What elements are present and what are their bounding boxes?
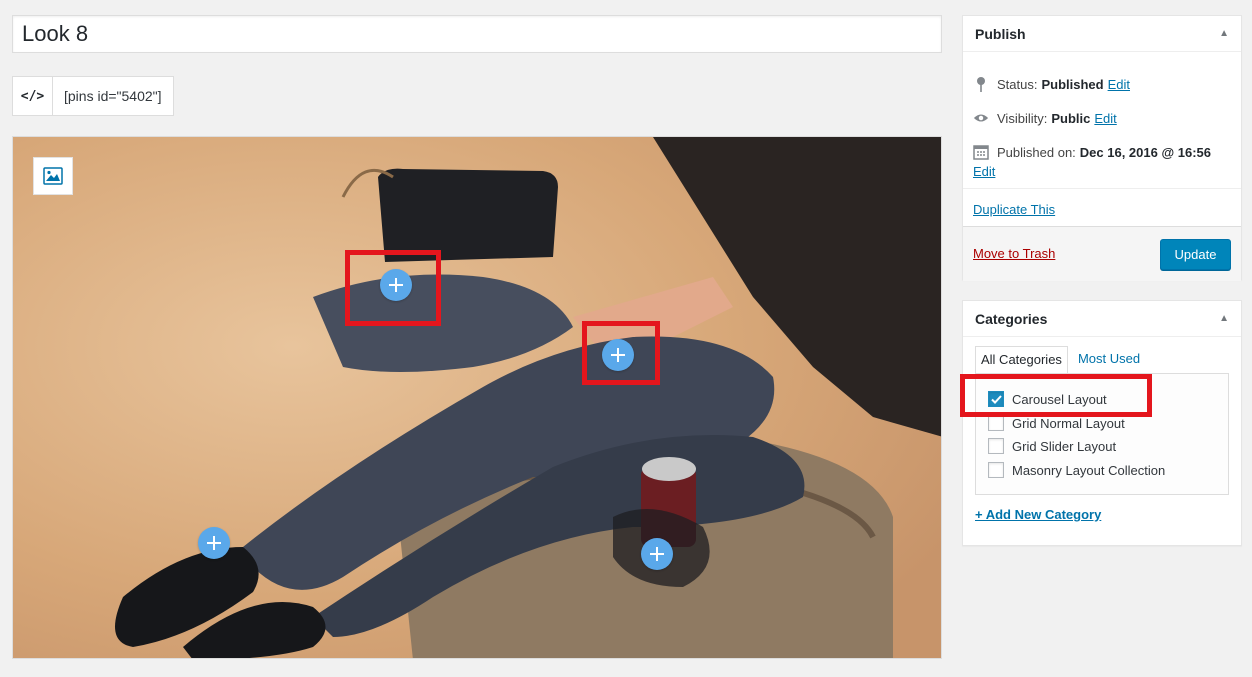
code-icon[interactable]: </> — [13, 77, 53, 115]
categories-header[interactable]: Categories ▲ — [963, 301, 1241, 337]
image-icon — [43, 167, 63, 185]
status-value: Published — [1041, 76, 1104, 92]
publish-header[interactable]: Publish ▲ — [963, 16, 1241, 52]
pin-bag[interactable] — [380, 269, 412, 301]
move-to-trash-link[interactable]: Move to Trash — [973, 246, 1055, 261]
list-item: Grid Normal Layout — [988, 415, 1125, 431]
tab-most-used[interactable]: Most Used — [1068, 346, 1145, 374]
collapse-icon[interactable]: ▲ — [1219, 28, 1229, 39]
add-new-category-link[interactable]: + Add New Category — [975, 507, 1101, 522]
visibility-label: Visibility: — [997, 110, 1048, 126]
visibility-value: Public — [1051, 110, 1091, 126]
checkbox-grid-normal-layout[interactable] — [988, 415, 1004, 431]
calendar-icon — [973, 144, 989, 160]
add-media-button[interactable] — [33, 157, 73, 195]
pin-wrist[interactable] — [602, 339, 634, 371]
shortcode-text: [pins id="5402"] — [64, 88, 162, 104]
status-row: Status: Published Edit — [973, 76, 1130, 92]
published-label: Published on: — [997, 144, 1076, 160]
published-value: Dec 16, 2016 @ 16:56 — [1079, 144, 1211, 160]
publish-title: Publish — [975, 25, 1026, 42]
categories-box: Categories ▲ All Categories Most Used Ca… — [962, 300, 1242, 546]
publish-box: Publish ▲ Status: Published Edit Visibil… — [962, 15, 1242, 281]
categories-title: Categories — [975, 310, 1048, 327]
list-item: Grid Slider Layout — [988, 438, 1116, 454]
edit-status-link[interactable]: Edit — [1108, 77, 1130, 92]
collapse-icon[interactable]: ▲ — [1219, 313, 1229, 324]
category-tabs: All Categories Most Used — [975, 346, 1145, 374]
divider — [963, 188, 1241, 189]
category-label: Grid Slider Layout — [1012, 438, 1117, 454]
tab-all-categories[interactable]: All Categories — [975, 346, 1068, 374]
visibility-row: Visibility: Public Edit — [973, 110, 1117, 126]
checkbox-masonry-layout-collection[interactable] — [988, 462, 1004, 478]
status-label: Status: — [997, 76, 1038, 92]
update-button[interactable]: Update — [1160, 239, 1231, 270]
publish-actions: Move to Trash Update — [963, 226, 1241, 281]
highlight-box-carousel-layout — [960, 374, 1152, 417]
eye-icon — [973, 110, 989, 126]
published-row: Published on: Dec 16, 2016 @ 16:56 — [973, 144, 1215, 160]
pin-icon — [973, 76, 989, 92]
edit-date-link[interactable]: Edit — [973, 164, 995, 179]
photo — [13, 137, 941, 658]
shortcode-box: </> [pins id="5402"] — [12, 76, 174, 116]
duplicate-link[interactable]: Duplicate This — [973, 202, 1055, 217]
category-label: Grid Normal Layout — [1012, 415, 1125, 431]
post-title-input[interactable]: Look 8 — [12, 15, 942, 53]
pin-image-area[interactable] — [12, 136, 942, 659]
category-label: Masonry Layout Collection — [1012, 462, 1166, 478]
pin-shoe[interactable] — [198, 527, 230, 559]
pin-can[interactable] — [641, 538, 673, 570]
list-item: Masonry Layout Collection — [988, 462, 1165, 478]
checkbox-grid-slider-layout[interactable] — [988, 438, 1004, 454]
edit-visibility-link[interactable]: Edit — [1094, 111, 1116, 126]
